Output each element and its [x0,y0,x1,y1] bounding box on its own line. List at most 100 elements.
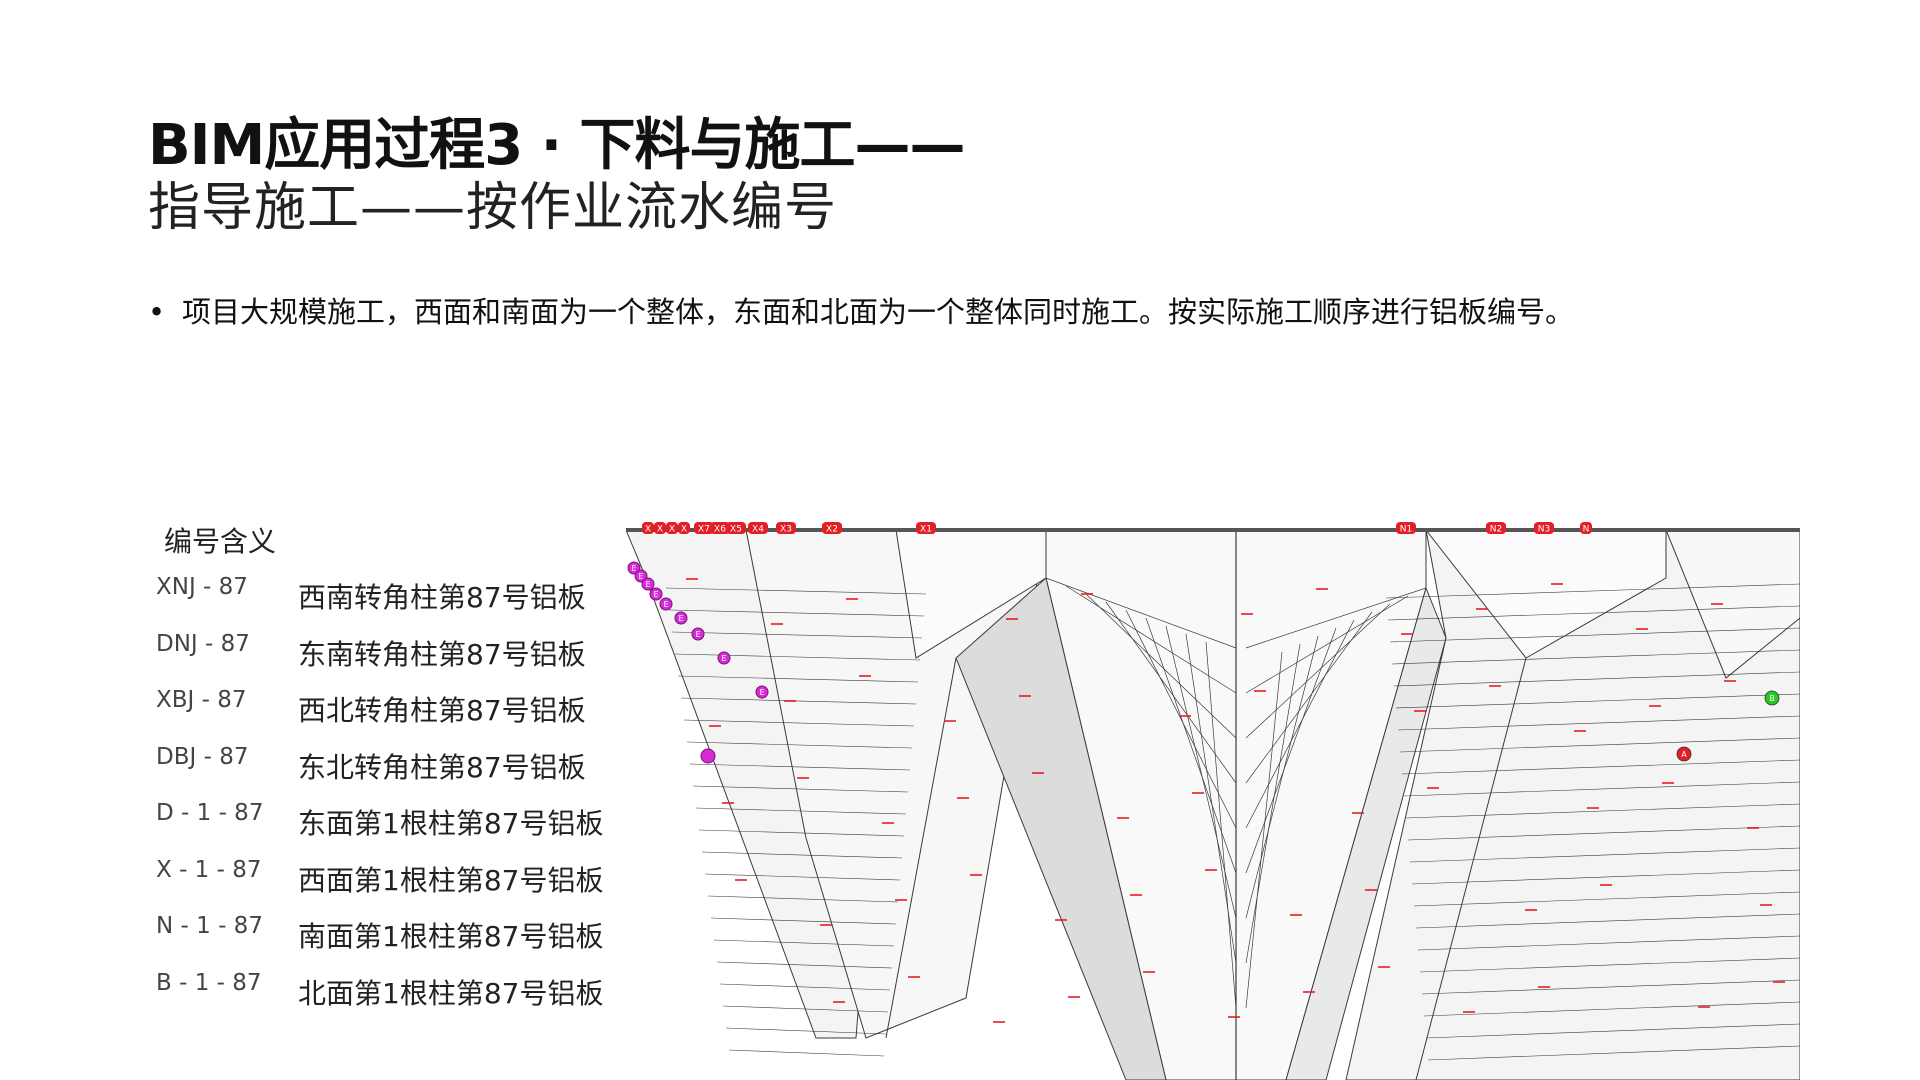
panel-number-mark [1205,869,1217,871]
panel-number-mark [1179,715,1191,717]
panel-number-mark [1600,884,1612,886]
legend-description: 西南转角柱第87号铝板 [298,581,586,614]
legend-code: DNJ - 87 [156,630,250,657]
legend-code: X - 1 - 87 [156,856,262,883]
panel-number-mark [1068,996,1080,998]
legend-description: 北面第1根柱第87号铝板 [298,976,604,1010]
legend-title: 编号含义 [164,525,277,558]
panel-number-mark [1698,1006,1710,1008]
bim-model-render: X X X X X7 X6 X5 X4 X3 X2 X1 N1 N2 N3 NEEEEEEEEEAB [626,522,1800,1080]
bullet-point: • 项目大规模施工，西面和南面为一个整体，东面和北面为一个整体同时施工。按实际施工… [148,292,1574,332]
legend-row: XNJ - 87 西南转角柱第87号铝板 [150,574,630,631]
panel-number-mark [820,924,832,926]
legend-code: D - 1 - 87 [156,800,264,826]
panel-seam [728,1049,885,1057]
panel-number-mark [1587,807,1599,809]
panel-number-mark [859,675,871,677]
panel-number-mark [1724,680,1736,682]
panel-number-mark [1032,772,1044,774]
panel-number-mark [686,578,698,580]
panel-number-mark [1143,971,1155,973]
legend-row: B - 1 - 87 北面第1根柱第87号铝板 [150,970,630,1027]
section-tag-label: N1 [1400,525,1412,535]
legend-description: 西面第1根柱第87号铝板 [298,863,604,897]
top-edge-beam [626,528,1800,532]
legend-description: 南面第1根柱第87号铝板 [298,920,604,953]
edge-marker-label: E [695,630,700,639]
panel-number-mark [1525,909,1537,911]
edge-marker-label: E [645,580,650,589]
legend-row: N - 1 - 87 南面第1根柱第87号铝板 [150,913,630,970]
panel-number-mark [1254,690,1266,692]
legend-code: DBJ - 87 [156,743,249,770]
panel-number-mark [957,797,969,799]
panel-number-mark [1711,603,1723,605]
legend-row: X - 1 - 87 西面第1根柱第87号铝板 [150,857,630,914]
section-tag-label: X [657,525,663,535]
panel-number-mark [1760,904,1772,906]
section-tag-label: X7 [698,525,710,535]
panel-number-mark [1241,613,1253,615]
panel-number-mark [1019,695,1031,697]
section-tag-label: X5 [730,525,742,535]
panel-number-mark [1365,889,1377,891]
panel-number-mark [1636,628,1648,630]
panel-number-mark [797,777,809,779]
panel-seam [725,1027,887,1035]
panel-number-mark [1427,787,1439,789]
section-tag-label: X2 [826,525,838,535]
panel-number-mark [1055,919,1067,921]
legend-description: 东南转角柱第87号铝板 [298,637,586,671]
panel-number-mark [1378,966,1390,968]
title-line-2: 指导施工——按作业流水编号 [148,178,838,238]
panel-number-mark [993,1021,1005,1023]
legend-row: D - 1 - 87 东面第1根柱第87号铝板 [150,800,630,857]
edge-marker-label: E [653,590,658,599]
legend-description: 西北转角柱第87号铝板 [298,694,586,727]
bim-panel-model: X X X X X7 X6 X5 X4 X3 X2 X1 N1 N2 N3 N E E E E E E E E E A B [626,518,1800,1080]
panel-number-mark [722,802,734,804]
panel-number-mark [1081,593,1093,595]
corner-marker-label: A [1681,750,1687,759]
legend-row: DBJ - 87 东北转角柱第87号铝板 [150,744,630,801]
legend-description: 东面第1根柱第87号铝板 [298,807,604,840]
panel-number-mark [1006,618,1018,620]
section-tag-label: X6 [714,525,726,535]
panel-number-mark [1401,633,1413,635]
panel-number-mark [1192,792,1204,794]
section-tag-label: N2 [1490,525,1502,535]
legend-row: XBJ - 87 西北转角柱第87号铝板 [150,687,630,744]
slide-title: BIM应用过程3 · 下料与施工—— 指导施工——按作业流水编号 [148,115,1548,239]
edge-marker-label: E [759,688,764,697]
panel-number-mark [970,874,982,876]
section-tag-label: N3 [1538,525,1550,535]
bullet-dot-icon: • [148,295,166,329]
panel-number-mark [1463,1011,1475,1013]
section-tag-label: X3 [780,525,792,535]
section-tag-label: X [645,525,651,535]
numbering-legend: 编号含义 XNJ - 87 西南转角柱第87号铝板 DNJ - 87 东南转角柱… [150,520,630,1026]
bullet-text: 项目大规模施工，西面和南面为一个整体，东面和北面为一个整体同时施工。按实际施工顺… [182,295,1575,329]
title-line-1: BIM应用过程3 · 下料与施工—— [148,113,965,178]
panel-number-mark [1747,827,1759,829]
panel-number-mark [908,976,920,978]
panel-number-mark [1290,914,1302,916]
panel-number-mark [1303,991,1315,993]
legend-description: 东北转角柱第87号铝板 [298,750,586,784]
section-tag-label: X4 [752,525,764,535]
section-tag-label: X [669,525,675,535]
section-tag-label: X [681,525,687,535]
panel-number-mark [833,1001,845,1003]
panel-number-mark [1352,812,1364,814]
panel-number-mark [784,700,796,702]
edge-marker-label: E [678,614,683,623]
panel-number-mark [1228,1016,1240,1018]
edge-marker-label: E [721,654,726,663]
panel-number-mark [1574,730,1586,732]
panel-number-mark [709,725,721,727]
section-tag-label: X1 [920,525,932,535]
panel-number-mark [1316,588,1328,590]
panel-number-mark [882,822,894,824]
panel-number-mark [735,879,747,881]
legend-code: B - 1 - 87 [156,969,262,996]
